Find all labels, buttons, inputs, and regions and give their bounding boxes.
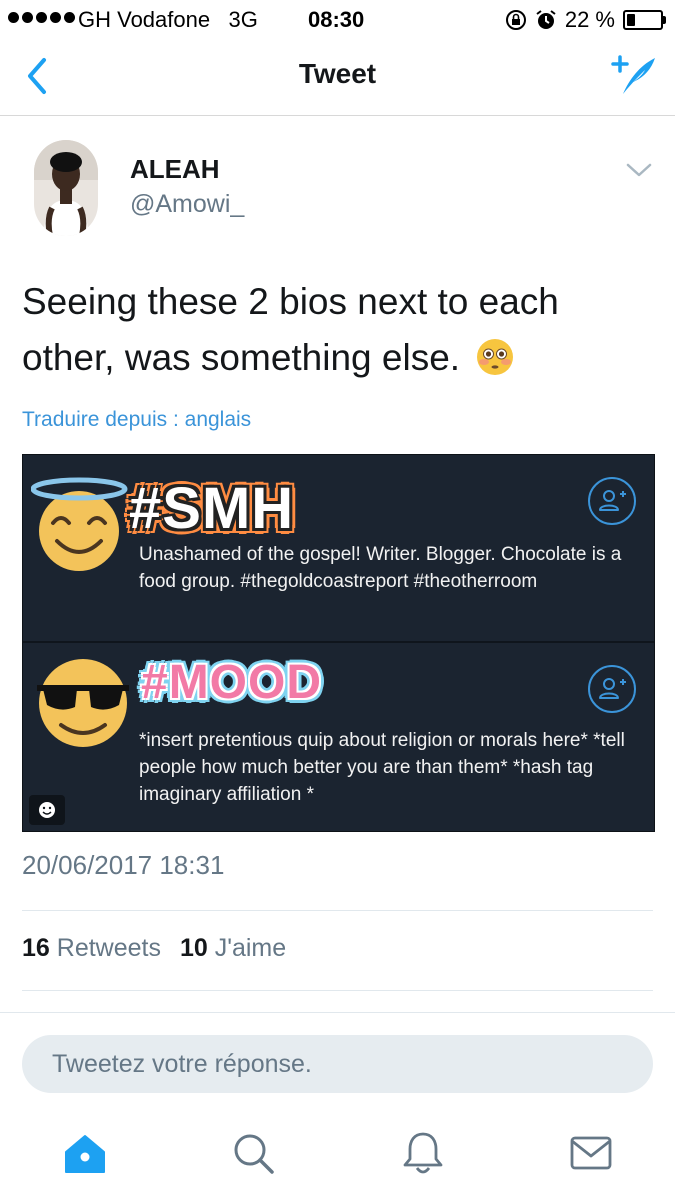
- likes-stat[interactable]: 10 J'aime: [180, 934, 286, 962]
- tab-bar: [0, 1110, 675, 1200]
- add-user-icon: [599, 490, 626, 511]
- emoji-toggle-icon[interactable]: [29, 795, 65, 825]
- smiling-face-with-sunglasses-icon: [37, 659, 129, 747]
- retweets-label: Retweets: [56, 934, 161, 962]
- status-bar: GH Vodafone 3G 08:30 22 %: [0, 0, 675, 40]
- carrier-label: GH Vodafone 3G: [78, 7, 258, 33]
- retweets-count: 16: [22, 934, 50, 962]
- tweet-text: Seeing these 2 bios next to each other, …: [22, 274, 642, 386]
- alarm-clock-icon: [536, 10, 556, 29]
- battery-icon: [623, 10, 666, 30]
- messages-envelope-icon[interactable]: [568, 1130, 614, 1176]
- bio-hashtag-mood: #MOOD: [141, 656, 323, 709]
- page-title: Tweet: [298, 58, 377, 89]
- author-handle[interactable]: @Amowi_: [130, 190, 244, 219]
- translate-link[interactable]: Traduire depuis : anglais: [22, 408, 251, 432]
- follow-button: [588, 477, 636, 525]
- reply-input[interactable]: [22, 1035, 653, 1093]
- bio-text-mood: *insert pretentious quip about religion …: [139, 730, 625, 805]
- smiling-face-with-halo-icon: [31, 477, 128, 571]
- nav-bar: Tweet: [0, 40, 675, 116]
- search-icon[interactable]: [230, 1130, 276, 1176]
- bio-text-smh: Unashamed of the gospel! Writer. Blogger…: [139, 544, 622, 592]
- tweet-timestamp: 20/06/2017 18:31: [22, 850, 225, 880]
- battery-percent: 22 %: [564, 7, 615, 32]
- flushed-face-icon: [477, 339, 514, 375]
- bio-hashtag-smh: #SMH: [129, 476, 295, 541]
- carrier-name: GH Vodafone: [78, 7, 211, 32]
- status-time: 08:30: [308, 7, 365, 32]
- avatar[interactable]: [34, 140, 98, 236]
- author-name[interactable]: ALEAH: [130, 154, 220, 185]
- likes-label: J'aime: [214, 934, 287, 962]
- bio-card-smh: #SMH Unashamed of the gospel! Writer. Bl…: [23, 455, 654, 643]
- network-type: 3G: [228, 7, 258, 32]
- avatar-photo: [34, 140, 98, 236]
- retweets-stat[interactable]: 16 Retweets: [22, 934, 161, 962]
- tweet-media-image[interactable]: #SMH Unashamed of the gospel! Writer. Bl…: [22, 454, 655, 832]
- follow-button: [588, 665, 636, 713]
- likes-count: 10: [179, 934, 208, 962]
- chevron-down-icon[interactable]: [625, 160, 653, 180]
- compose-quill-icon[interactable]: [611, 52, 657, 98]
- notifications-bell-icon[interactable]: [400, 1130, 446, 1176]
- battery-fill: [627, 14, 635, 26]
- add-user-icon: [599, 678, 626, 699]
- tweet-stats: 16 Retweets 10 J'aime: [22, 934, 286, 963]
- divider: [22, 990, 653, 991]
- bio-card-mood: #MOOD *insert pretentious quip about rel…: [23, 643, 654, 829]
- home-icon[interactable]: [62, 1130, 108, 1176]
- reply-bar: [0, 1012, 675, 1109]
- divider: [22, 910, 653, 911]
- status-right: 22 %: [505, 7, 666, 33]
- signal-strength-icon: [8, 12, 75, 23]
- rotation-lock-icon: [505, 10, 526, 30]
